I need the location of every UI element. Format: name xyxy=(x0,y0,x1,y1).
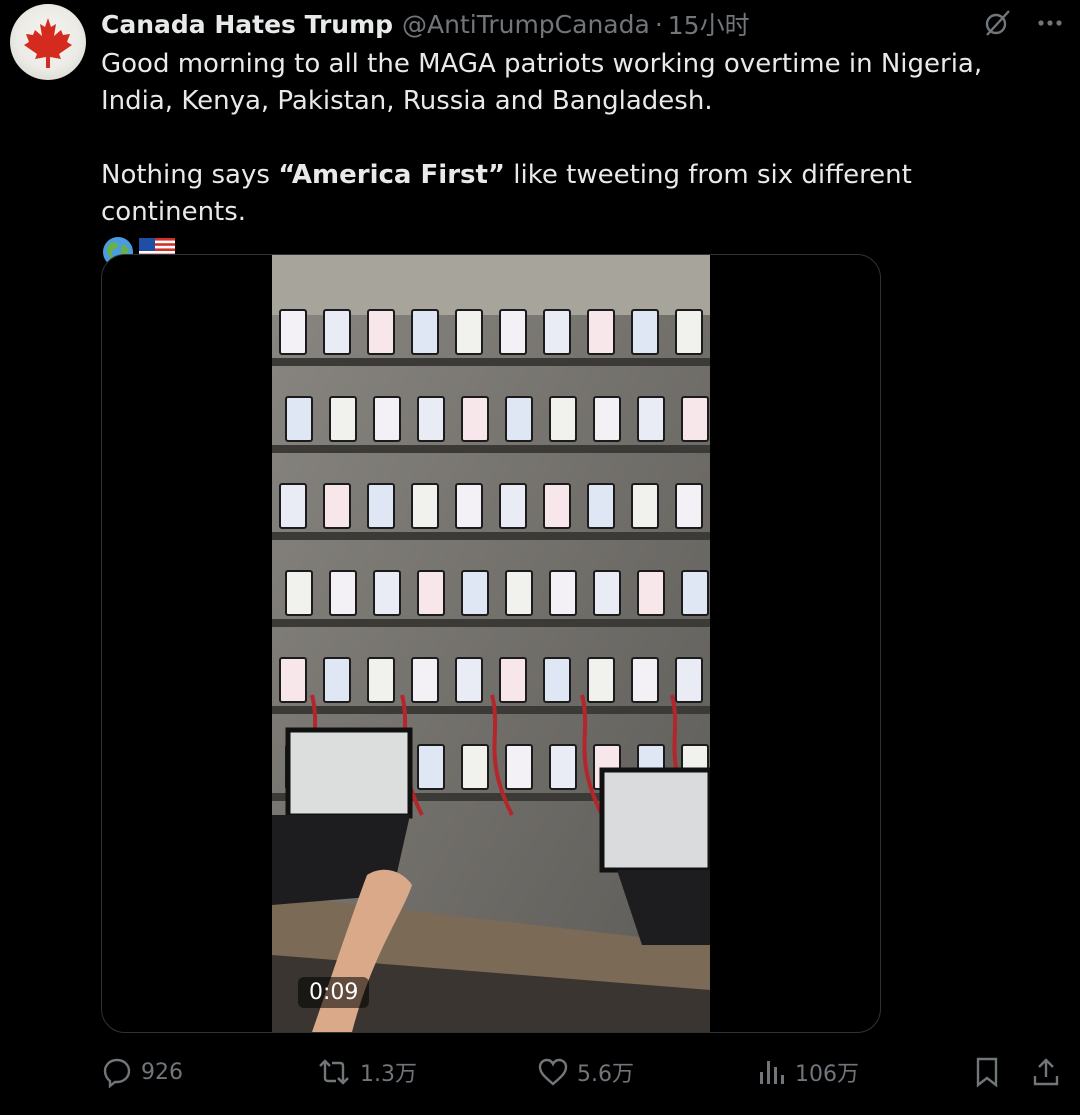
video-player[interactable]: 0:09 xyxy=(272,255,710,1032)
phone-in-rack xyxy=(637,570,665,616)
phone-in-rack xyxy=(461,744,489,790)
phone-in-rack xyxy=(587,309,615,355)
phone-in-rack xyxy=(285,396,313,442)
tweet-text-line1: Good morning to all the MAGA patriots wo… xyxy=(101,49,983,116)
tweet-text: Good morning to all the MAGA patriots wo… xyxy=(101,46,1061,269)
maple-leaf-icon xyxy=(24,18,72,68)
phone-in-rack xyxy=(631,657,659,703)
phone-in-rack xyxy=(411,657,439,703)
share-button[interactable] xyxy=(1030,1056,1062,1088)
phone-in-rack xyxy=(367,309,395,355)
phone-in-rack xyxy=(675,483,703,529)
action-bar: 926 1.3万 5.6万 106万 xyxy=(101,1056,1061,1096)
text-bold-segment: “America First” xyxy=(278,160,506,190)
phone-in-rack xyxy=(593,570,621,616)
phone-in-rack xyxy=(505,396,533,442)
phone-in-rack xyxy=(549,570,577,616)
phone-in-rack xyxy=(455,483,483,529)
timestamp[interactable]: 15小时 xyxy=(668,6,750,42)
repost-button[interactable]: 1.3万 xyxy=(316,1056,417,1088)
phone-in-rack xyxy=(417,744,445,790)
phone-in-rack xyxy=(323,657,351,703)
phone-in-rack xyxy=(367,657,395,703)
phone-in-rack xyxy=(675,657,703,703)
phone-in-rack xyxy=(455,309,483,355)
reply-button[interactable]: 926 xyxy=(101,1056,183,1088)
phone-in-rack xyxy=(637,396,665,442)
tweet-top-controls xyxy=(982,8,1064,38)
phone-in-rack xyxy=(285,570,313,616)
share-icon xyxy=(1033,1058,1059,1086)
phone-in-rack xyxy=(499,483,527,529)
phone-in-rack xyxy=(499,309,527,355)
phone-in-rack xyxy=(411,309,439,355)
more-options-icon[interactable] xyxy=(1036,9,1064,37)
phone-in-rack xyxy=(411,483,439,529)
phone-in-rack xyxy=(329,570,357,616)
grok-icon[interactable] xyxy=(982,8,1012,38)
separator: · xyxy=(654,9,663,39)
bookmark-button[interactable] xyxy=(973,1056,1001,1088)
heart-icon xyxy=(538,1058,568,1086)
video-frame-image xyxy=(272,255,710,1032)
phone-in-rack xyxy=(587,657,615,703)
text-segment: Nothing says xyxy=(101,160,279,190)
phone-in-rack xyxy=(549,396,577,442)
phone-in-rack xyxy=(587,483,615,529)
phone-in-rack xyxy=(681,570,709,616)
phone-in-rack xyxy=(499,657,527,703)
tweet-text-line2: Nothing says “America First” like tweeti… xyxy=(101,157,1061,231)
like-count: 5.6万 xyxy=(577,1062,634,1087)
tweet-header: Canada Hates Trump @AntiTrumpCanada · 15… xyxy=(101,7,750,41)
view-count: 106万 xyxy=(795,1062,859,1087)
phone-in-rack xyxy=(417,396,445,442)
phone-in-rack xyxy=(461,396,489,442)
phone-in-rack xyxy=(373,396,401,442)
phone-in-rack xyxy=(543,483,571,529)
views-button[interactable]: 106万 xyxy=(757,1056,859,1088)
phone-in-rack xyxy=(367,483,395,529)
phone-in-rack xyxy=(549,744,577,790)
author-handle[interactable]: @AntiTrumpCanada xyxy=(402,10,650,39)
phone-in-rack xyxy=(681,396,709,442)
avatar[interactable] xyxy=(10,4,86,80)
phone-in-rack xyxy=(461,570,489,616)
reply-icon xyxy=(103,1058,131,1088)
video-duration: 0:09 xyxy=(298,977,370,1008)
phone-in-rack xyxy=(543,309,571,355)
phone-in-rack xyxy=(505,570,533,616)
phone-in-rack xyxy=(373,570,401,616)
phone-in-rack xyxy=(279,483,307,529)
phone-in-rack xyxy=(505,744,533,790)
bookmark-icon xyxy=(976,1057,998,1088)
phone-in-rack xyxy=(631,483,659,529)
phone-in-rack xyxy=(675,309,703,355)
media-container[interactable]: 0:09 xyxy=(101,254,881,1033)
phone-in-rack xyxy=(323,309,351,355)
reply-count: 926 xyxy=(141,1059,183,1085)
like-button[interactable]: 5.6万 xyxy=(537,1056,634,1088)
repost-icon xyxy=(319,1059,349,1085)
phone-in-rack xyxy=(279,657,307,703)
views-chart-icon xyxy=(760,1061,784,1084)
phone-in-rack xyxy=(417,570,445,616)
phone-in-rack xyxy=(329,396,357,442)
phone-in-rack xyxy=(593,396,621,442)
phone-in-rack xyxy=(543,657,571,703)
phone-in-rack xyxy=(631,309,659,355)
phone-in-rack xyxy=(455,657,483,703)
author-name[interactable]: Canada Hates Trump xyxy=(101,10,393,39)
repost-count: 1.3万 xyxy=(360,1062,417,1087)
phone-in-rack xyxy=(323,483,351,529)
phone-in-rack xyxy=(279,309,307,355)
